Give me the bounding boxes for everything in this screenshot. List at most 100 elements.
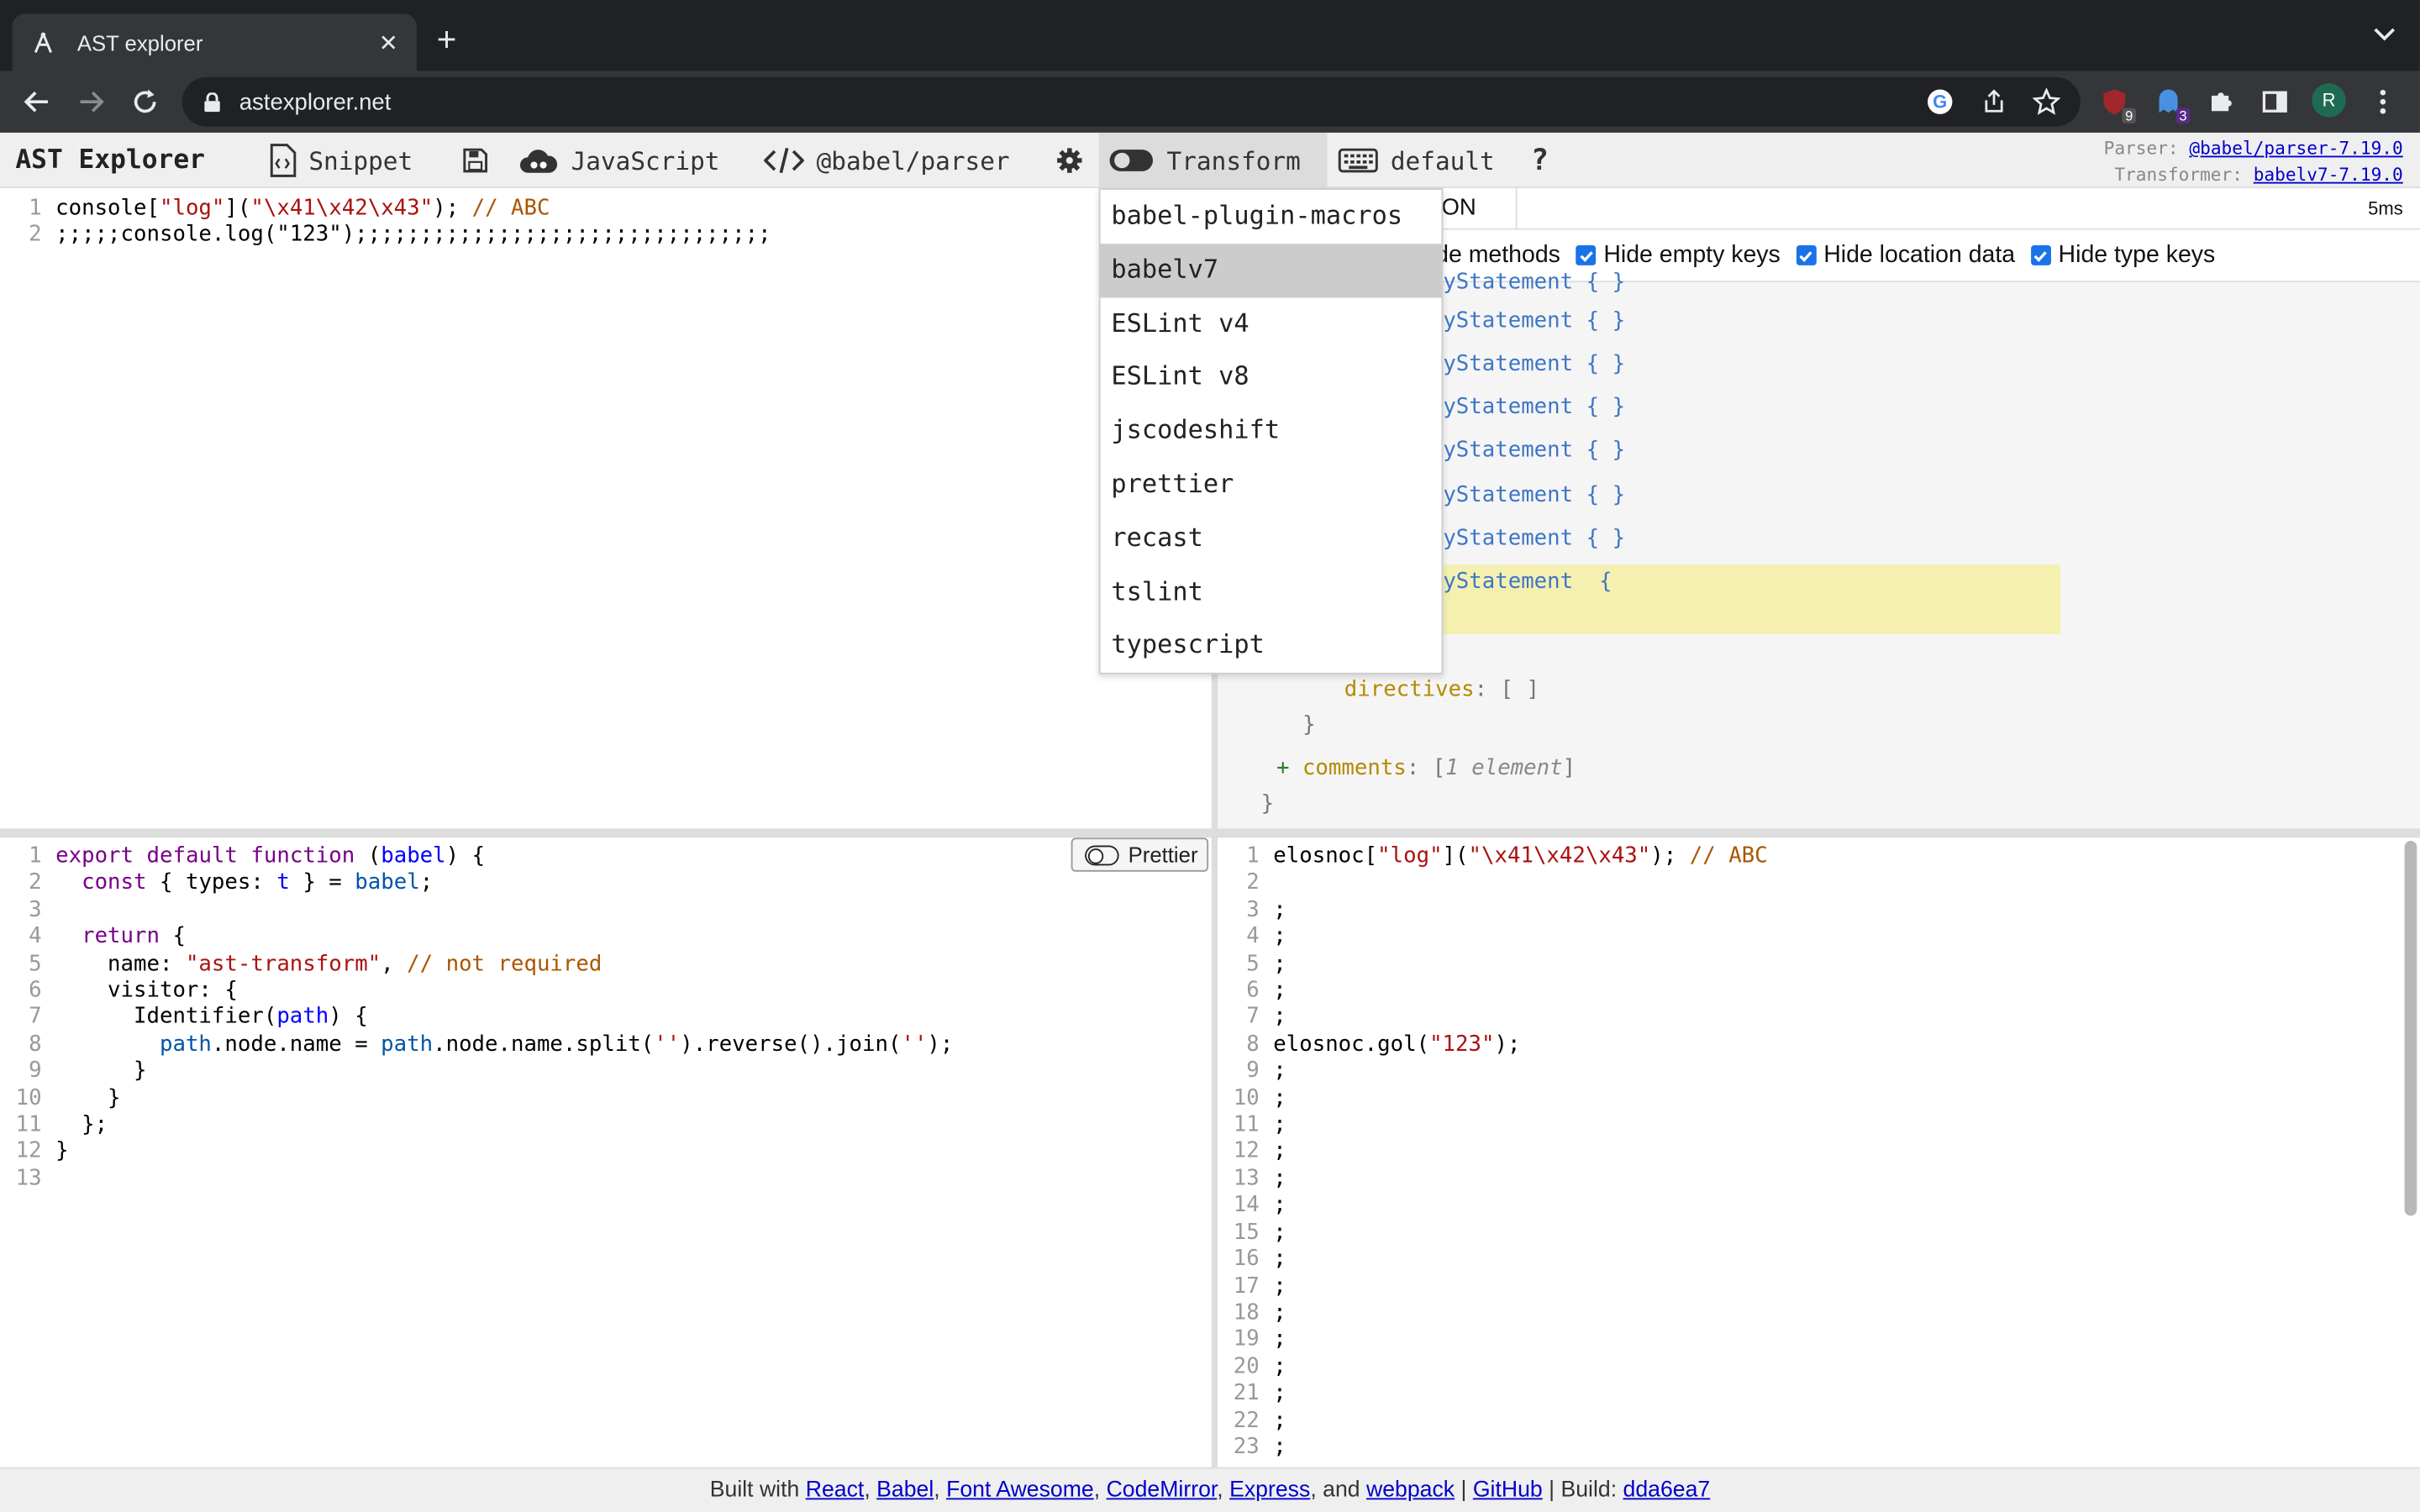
extensions-puzzle-icon[interactable] — [2202, 83, 2239, 120]
ast-node-row[interactable]: yStatement { } — [1443, 526, 1625, 557]
footer-build-hash[interactable]: dda6ea7 — [1623, 1478, 1711, 1503]
output-editor[interactable]: 1 2 3 4 5 6 7 8 9 10 11 12 13 14 15 16 1… — [1218, 837, 2420, 1467]
root-close-brace: } — [1260, 791, 1275, 816]
new-tab-button[interactable]: + — [437, 23, 457, 57]
dropdown-item-babel-plugin-macros[interactable]: babel-plugin-macros — [1101, 190, 1442, 244]
footer-link-codemirror[interactable]: CodeMirror — [1107, 1478, 1218, 1503]
transformer-version-link[interactable]: babelv7-7.19.0 — [2254, 164, 2403, 186]
footer: Built with React, Babel, Font Awesome, C… — [0, 1467, 2420, 1512]
checkbox-checked-icon[interactable] — [2030, 245, 2051, 265]
dropdown-item-tslint[interactable]: tslint — [1101, 565, 1442, 619]
google-icon[interactable]: G — [1922, 83, 1959, 120]
toggle-off-icon — [1085, 844, 1119, 865]
footer-and: and — [1323, 1478, 1360, 1503]
output-line: ; — [1273, 1327, 1286, 1352]
keymap-button[interactable]: default — [1328, 133, 1503, 188]
help-button[interactable]: ? — [1522, 133, 1558, 188]
browser-tabstrip: AST explorer ✕ + — [0, 0, 2420, 71]
output-line: ; — [1273, 1166, 1286, 1191]
ast-node-row[interactable]: yStatement { } — [1443, 270, 1625, 301]
footer-link-github[interactable]: GitHub — [1473, 1478, 1543, 1503]
dropdown-item-recast[interactable]: recast — [1101, 512, 1442, 565]
expand-plus-icon[interactable]: + — [1276, 756, 1289, 780]
gear-icon — [1057, 148, 1082, 173]
hide-location-data-option[interactable]: Hide location data — [1796, 241, 2015, 269]
output-code[interactable]: elosnoc["log"]("\x41\x42\x43"); // ABC ;… — [1273, 844, 1767, 1462]
comments-row[interactable]: + comments: [1 element] — [1276, 756, 1576, 787]
prettier-button[interactable]: Prettier — [1071, 837, 1209, 872]
dropdown-item-eslint-v8[interactable]: ESLint v8 — [1101, 351, 1442, 405]
horizontal-splitter[interactable] — [0, 828, 2420, 838]
bookmark-star-icon[interactable] — [2028, 83, 2065, 120]
side-panel-icon[interactable] — [2256, 83, 2293, 120]
output-line: ; — [1273, 1381, 1286, 1406]
parse-timing: 5ms — [2368, 197, 2403, 219]
reload-icon[interactable] — [127, 83, 164, 120]
tab-json[interactable]: ON — [1441, 194, 1476, 220]
hide-methods-option[interactable]: de methods — [1435, 241, 1560, 269]
chrome-menu-icon[interactable] — [2365, 83, 2402, 120]
ast-node-row[interactable]: yStatement { } — [1443, 308, 1625, 339]
output-line: ; — [1273, 924, 1286, 949]
output-line: ; — [1273, 1112, 1286, 1137]
dropdown-item-prettier[interactable]: prettier — [1101, 458, 1442, 512]
dropdown-item-eslint-v4[interactable]: ESLint v4 — [1101, 297, 1442, 351]
footer-link-font-awesome[interactable]: Font Awesome — [946, 1478, 1094, 1503]
snippet-button[interactable]: Snippet — [260, 133, 423, 188]
prettier-label: Prettier — [1128, 842, 1198, 868]
address-bar[interactable]: astexplorer.net — [182, 76, 2081, 127]
ghost-extension-icon[interactable]: 3 — [2150, 83, 2191, 123]
tab-search-chevron-icon[interactable] — [2374, 26, 2396, 41]
source-code[interactable]: console["log"]("\x41\x42\x43"); // ABC;;… — [55, 196, 771, 249]
parser-version-link[interactable]: @babel/parser-7.19.0 — [2189, 137, 2402, 159]
source-editor[interactable]: 1 2 console["log"]("\x41\x42\x43"); // A… — [0, 188, 1212, 829]
dropdown-item-typescript[interactable]: typescript — [1101, 619, 1442, 673]
ast-node-row[interactable]: yStatement { } — [1443, 483, 1625, 514]
dropdown-item-babelv7[interactable]: babelv7 — [1100, 243, 1442, 297]
footer-link-babel[interactable]: Babel — [876, 1478, 934, 1503]
transform-editor[interactable]: Prettier 1 2 3 4 5 6 7 8 9 10 11 12 13 e… — [0, 837, 1212, 1467]
ast-node-row[interactable]: yStatement { } — [1443, 438, 1625, 470]
tab-close-icon[interactable]: ✕ — [379, 29, 398, 56]
transform-button[interactable]: Transform — [1098, 132, 1328, 189]
checkbox-checked-icon[interactable] — [1576, 245, 1597, 265]
save-button[interactable] — [454, 133, 509, 188]
forward-arrow-icon[interactable] — [72, 83, 109, 120]
transform-code[interactable]: export default function (babel) { const … — [55, 844, 953, 1167]
browser-tab[interactable]: AST explorer ✕ — [12, 13, 417, 71]
output-scrollbar[interactable] — [2404, 841, 2417, 1216]
transformer-version-label: Transformer: — [2114, 163, 2243, 186]
svg-text:G: G — [1933, 92, 1947, 113]
output-line: ; — [1273, 1085, 1286, 1110]
checkbox-checked-icon[interactable] — [1796, 245, 1817, 265]
output-line: ; — [1273, 1408, 1286, 1433]
ublock-extension-icon[interactable]: 9 — [2096, 83, 2136, 123]
language-button[interactable]: JavaScript — [509, 133, 729, 188]
browser-toolbar: astexplorer.net G 9 3 — [0, 71, 2420, 133]
parser-settings-button[interactable] — [1046, 133, 1105, 188]
hide-empty-keys-option[interactable]: Hide empty keys — [1576, 241, 1781, 269]
source-gutter: 1 2 — [29, 196, 42, 248]
ast-node-row[interactable]: yStatement { } — [1443, 395, 1625, 426]
lock-icon[interactable] — [203, 92, 220, 112]
ast-node-row[interactable]: yStatement { } — [1443, 352, 1625, 383]
back-arrow-icon[interactable] — [18, 83, 55, 120]
directives-row[interactable]: directives: [ ] — [1344, 677, 1539, 708]
parser-version-label: Parser: — [2103, 137, 2179, 160]
share-icon[interactable] — [1975, 83, 2012, 120]
footer-link-react[interactable]: React — [806, 1478, 865, 1503]
dropdown-item-jscodeshift[interactable]: jscodeshift — [1101, 405, 1442, 459]
save-floppy-icon — [463, 148, 488, 173]
snippet-label: Snippet — [308, 145, 413, 176]
profile-avatar[interactable]: R — [2312, 83, 2346, 118]
astexplorer-favicon-icon — [34, 31, 52, 53]
footer-link-express[interactable]: Express — [1229, 1478, 1310, 1503]
snippet-file-icon — [270, 144, 297, 177]
footer-link-webpack[interactable]: webpack — [1366, 1478, 1455, 1503]
output-line: ; — [1273, 1005, 1286, 1030]
parser-button[interactable]: @babel/parser — [755, 133, 1019, 188]
transform-dropdown: babel-plugin-macros babelv7 ESLint v4 ES… — [1098, 188, 1444, 675]
hide-type-keys-option[interactable]: Hide type keys — [2030, 241, 2215, 269]
ast-node-row-highlighted[interactable]: yStatement { — [1443, 570, 1612, 601]
cloud-icon — [519, 150, 558, 173]
